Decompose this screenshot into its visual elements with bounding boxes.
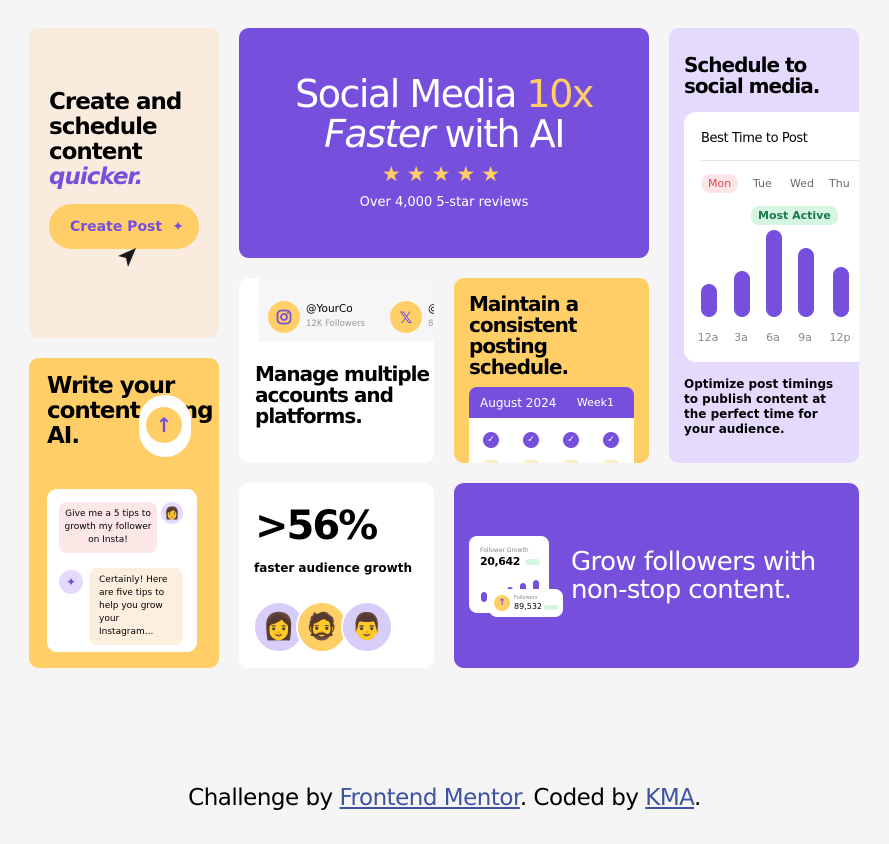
- user-message: Give me a 5 tips to growth my follower o…: [59, 502, 157, 553]
- ai-message: Certainly! Here are five tips to help yo…: [89, 568, 183, 645]
- activity-bar: [734, 271, 750, 317]
- check-icon: ✓: [603, 432, 619, 448]
- time-label: 9a: [798, 331, 812, 344]
- create-post-button[interactable]: Create Post ✦: [49, 204, 199, 249]
- check-icon: ✓: [523, 432, 539, 448]
- time-label: 6a: [766, 331, 780, 344]
- growth-stat: >56%: [255, 503, 378, 549]
- widget-label: Follower Growth: [480, 547, 529, 554]
- growth-pill: [525, 559, 540, 565]
- calendar-widget: August 2024 Week1 ✓ ✓ ✓ ✓: [469, 387, 634, 463]
- widget-value: 20,642: [480, 555, 521, 568]
- day-tue[interactable]: Tue: [753, 177, 772, 190]
- account-handle-2: @: [428, 303, 434, 315]
- grow-followers-card: Follower Growth 20,642 ↑ Followers 89,53…: [454, 483, 859, 668]
- day-mon[interactable]: Mon: [701, 174, 739, 193]
- send-button-wrap: ↑: [139, 395, 191, 457]
- time-label: 12a: [697, 331, 719, 344]
- followers-value: 89,532: [514, 602, 542, 611]
- calendar-header: August 2024 Week1: [469, 387, 634, 418]
- create-card-title: Create and schedule content: [49, 89, 182, 165]
- author-link[interactable]: KMA: [645, 785, 694, 811]
- arrow-up-icon[interactable]: ↑: [146, 407, 182, 443]
- x-twitter-icon[interactable]: 𝕏: [390, 301, 422, 333]
- hero-line-2: Faster with AI: [324, 112, 565, 156]
- day-thu[interactable]: Thu: [829, 177, 850, 190]
- activity-bar: [833, 267, 849, 317]
- write-ai-title: Write your content using AI.: [47, 373, 214, 449]
- consistent-title: Maintain a consistent posting schedule.: [469, 292, 579, 379]
- best-time-title: Best Time to Post: [701, 131, 808, 146]
- mini-growth-bar: [481, 592, 487, 602]
- avatar: 👨: [341, 601, 393, 653]
- calendar-cell: [484, 460, 498, 463]
- calendar-month: August 2024: [480, 395, 557, 410]
- arrow-up-icon: ↑: [494, 595, 510, 611]
- accounts-title: Manage multiple accounts and platforms.: [255, 362, 430, 428]
- account-followers: 12K Followers: [306, 319, 365, 329]
- growth-stat-card: >56% faster audience growth 👩 🧔 👨: [239, 483, 434, 668]
- create-content-card: Create and schedule content quicker. Cre…: [29, 28, 219, 338]
- calendar-cell: [564, 460, 578, 463]
- activity-bar: [766, 230, 782, 317]
- schedule-title: Schedule to social media.: [684, 53, 820, 98]
- growth-label: faster audience growth: [254, 561, 413, 575]
- create-card-heading: Create and schedule content quicker.: [49, 90, 219, 190]
- attribution-footer: Challenge by Frontend Mentor. Coded by K…: [188, 785, 701, 811]
- chat-window: Give me a 5 tips to growth my follower o…: [47, 489, 197, 652]
- check-icon: ✓: [563, 432, 579, 448]
- growth-pill: [544, 605, 558, 610]
- calendar-week: Week1: [576, 396, 614, 409]
- best-time-panel: Best Time to Post Mon Tue Wed Thu Most A…: [684, 112, 859, 362]
- reviews-count: Over 4,000 5-star reviews: [359, 195, 529, 210]
- calendar-cell: [524, 460, 538, 463]
- hero-highlight: 10x: [526, 72, 595, 116]
- activity-bar: [701, 284, 717, 317]
- schedule-description: Optimize post timings to publish content…: [684, 377, 834, 436]
- create-card-title-emphasis: quicker.: [49, 164, 143, 190]
- schedule-card: Schedule to social media. Best Time to P…: [669, 28, 859, 463]
- accounts-strip: @YourCo 12K Followers 𝕏 @ 8: [259, 278, 434, 342]
- frontend-mentor-link[interactable]: Frontend Mentor: [339, 785, 520, 811]
- instagram-icon[interactable]: [268, 301, 300, 333]
- most-active-tag: Most Active: [751, 206, 838, 225]
- followers-label: Followers: [514, 595, 538, 601]
- consistent-card: Maintain a consistent posting schedule. …: [454, 278, 649, 463]
- followers-widget: ↑ Followers 89,532: [489, 589, 563, 617]
- grow-title: Grow followers with non-stop content.: [571, 547, 816, 605]
- write-ai-card: Write your content using AI. Give me a 5…: [29, 358, 219, 668]
- time-label: 12p: [829, 331, 851, 344]
- divider: [701, 160, 859, 161]
- time-label: 3a: [734, 331, 748, 344]
- account-followers-2: 8: [428, 319, 434, 329]
- account-handle: @YourCo: [306, 303, 353, 315]
- hero-line-1: Social Media 10x: [295, 72, 595, 116]
- cursor-icon: [118, 248, 136, 267]
- hero-card: Social Media 10x Faster with AI ★★★★★ Ov…: [239, 28, 649, 258]
- user-avatar: 👩: [161, 502, 183, 524]
- create-post-label: Create Post: [70, 218, 163, 235]
- ai-sparkle-icon: ✦: [59, 570, 83, 594]
- sparkle-icon: ✦: [172, 218, 184, 235]
- calendar-cell: [604, 460, 618, 463]
- star-rating: ★★★★★: [381, 162, 507, 186]
- accounts-card: @YourCo 12K Followers 𝕏 @ 8 Manage multi…: [239, 278, 434, 463]
- check-icon: ✓: [483, 432, 499, 448]
- activity-bar: [798, 248, 814, 317]
- day-wed[interactable]: Wed: [790, 177, 814, 190]
